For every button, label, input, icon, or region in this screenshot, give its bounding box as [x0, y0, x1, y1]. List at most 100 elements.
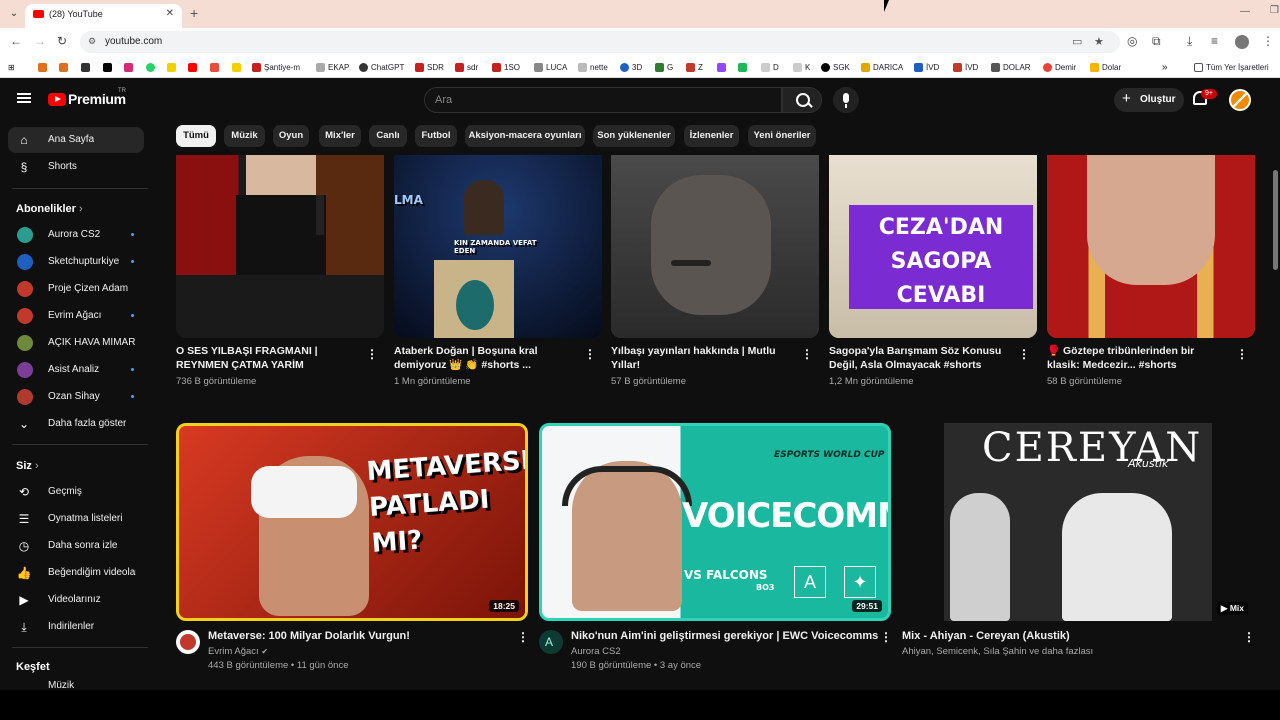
more-options-icon[interactable]: ⋮	[517, 630, 529, 644]
install-app-icon[interactable]: ▭	[1072, 35, 1082, 48]
short-title[interactable]: O SES YILBAŞI FRAGMANI | REYNMEN ÇATMA Y…	[176, 344, 356, 372]
bookmark-g[interactable]: G	[655, 61, 673, 73]
chip-music[interactable]: Müzik	[224, 125, 265, 147]
more-bookmarks-icon[interactable]: »	[1162, 61, 1168, 73]
twitch-icon[interactable]	[717, 61, 729, 73]
video-title[interactable]: Mix - Ahiyan - Cereyan (Akustik)	[902, 630, 1070, 642]
video-title[interactable]: Niko'nun Aim'ini geliştirmesi gerekiyor …	[571, 630, 878, 642]
short-title[interactable]: Ataberk Doğan | Boşuna kral demiyoruz 👑 …	[394, 344, 544, 372]
video-thumbnail[interactable]: CEREYAN Akustik ▶ Mix	[902, 423, 1254, 621]
subscriptions-heading[interactable]: Abonelikler ›	[16, 203, 83, 215]
short-title[interactable]: Yılbaşı yayınları hakkında | Mutlu Yılla…	[611, 344, 781, 372]
hamburger-menu-icon[interactable]	[17, 93, 31, 103]
sidebar-item-playlists[interactable]: ☰ Oynatma listeleri	[8, 506, 144, 532]
bookmark-sgk[interactable]: SGK	[821, 61, 850, 73]
sidebar-item-subscription[interactable]: Asist Analiz	[8, 357, 144, 383]
chip-football[interactable]: Futbol	[415, 125, 457, 147]
sidebar-item-music[interactable]: Müzik	[8, 678, 144, 690]
sidebar-item-subscription[interactable]: Aurora CS2	[8, 222, 144, 248]
forward-icon[interactable]: →	[34, 34, 46, 48]
short-title[interactable]: Sagopa'yla Barışmam Söz Konusu Değil, As…	[829, 344, 1009, 372]
more-options-icon[interactable]: ⋮	[1018, 347, 1030, 361]
voice-search-icon[interactable]	[833, 87, 859, 113]
bookmark-k-icon[interactable]	[738, 61, 750, 73]
profile-avatar-icon[interactable]	[1235, 35, 1249, 49]
sidebar-item-shorts[interactable]: § Shorts	[8, 154, 144, 180]
close-tab-icon[interactable]: ✕	[166, 8, 174, 19]
media-icon[interactable]: ≡	[1211, 34, 1218, 48]
bookmark-icon[interactable]	[167, 61, 179, 73]
whatsapp-icon[interactable]	[146, 61, 158, 73]
bookmark-z[interactable]: Z	[686, 61, 703, 73]
bookmark-dolar[interactable]: DOLAR	[991, 61, 1031, 73]
bookmark-icon[interactable]	[210, 61, 222, 73]
account-avatar[interactable]	[1229, 89, 1251, 111]
all-bookmarks-folder[interactable]: Tüm Yer İşaretleri	[1194, 61, 1269, 73]
video-thumbnail[interactable]: ESPORTS WORLD CUP VOICECOMMS VS FALCONS …	[539, 423, 891, 621]
bookmark-icon[interactable]	[81, 61, 93, 73]
bookmark-chatgpt[interactable]: ChatGPT	[359, 61, 404, 73]
scrollbar-thumb[interactable]	[1273, 170, 1278, 270]
create-button[interactable]: + Oluştur	[1114, 88, 1184, 112]
channel-name[interactable]: Aurora CS2	[571, 646, 621, 657]
tab-search-icon[interactable]: ⌄	[6, 6, 22, 22]
bookmark-1so[interactable]: 1SO	[492, 61, 520, 73]
reload-icon[interactable]: ↻	[57, 34, 67, 48]
more-options-icon[interactable]: ⋮	[1236, 347, 1248, 361]
browser-tab-youtube[interactable]: (28) YouTube ✕	[25, 4, 182, 28]
bookmark-sdr[interactable]: SDR	[415, 61, 444, 73]
sidebar-item-subscription[interactable]: Evrim Ağacı	[8, 303, 144, 329]
downloads-icon[interactable]: ⤓	[1187, 34, 1192, 49]
search-input[interactable]: Ara	[424, 87, 782, 113]
menu-icon[interactable]: ⋮	[1262, 34, 1274, 48]
short-thumbnail[interactable]	[176, 155, 384, 338]
extensions-icon[interactable]: ⧉	[1152, 34, 1161, 49]
bookmark-d[interactable]: D	[761, 61, 779, 73]
chip-new-to-you[interactable]: Yeni öneriler	[748, 125, 816, 147]
sidebar-item-history[interactable]: ⟲ Geçmiş	[8, 479, 144, 505]
apps-icon[interactable]: ⊞	[8, 61, 15, 73]
minimize-icon[interactable]: —	[1240, 6, 1250, 17]
bookmark-star-icon[interactable]: ★	[1094, 35, 1104, 48]
youtube-icon[interactable]	[188, 61, 200, 73]
short-thumbnail[interactable]: LMA KIN ZAMANDA VEFAT EDEN	[394, 155, 602, 338]
bookmark-demir[interactable]: Demir	[1043, 61, 1076, 73]
x-icon[interactable]	[103, 61, 115, 73]
restore-icon[interactable]: ❐	[1270, 5, 1279, 16]
sidebar-item-subscription[interactable]: Proje Çizen Adam	[8, 276, 144, 302]
search-button[interactable]	[782, 87, 822, 113]
chip-all[interactable]: Tümü	[176, 125, 216, 147]
channel-name[interactable]: Ahiyan, Semicenk, Sıla Şahin ve daha faz…	[902, 646, 1093, 657]
back-icon[interactable]: ←	[10, 34, 22, 48]
sidebar-item-liked-videos[interactable]: 👍 Beğendiğim videolar	[8, 560, 144, 586]
short-thumbnail[interactable]	[611, 155, 819, 338]
address-bar[interactable]: ⚙ youtube.com ▭ ★	[80, 31, 1120, 53]
bookmark-k[interactable]: K	[793, 61, 810, 73]
scrollbar[interactable]	[1270, 122, 1280, 720]
sidebar-item-home[interactable]: ⌂ Ana Sayfa	[8, 127, 144, 153]
bookmark-icon[interactable]	[232, 61, 244, 73]
video-title[interactable]: Metaverse: 100 Milyar Dolarlık Vurgun!	[208, 630, 410, 642]
bookmark-3d[interactable]: 3D	[620, 61, 642, 73]
bookmark-nette[interactable]: nette	[578, 61, 608, 73]
bookmark-ekap[interactable]: EKAP	[316, 61, 349, 73]
bookmark-ivd[interactable]: İVD	[914, 61, 939, 73]
channel-name[interactable]: Evrim Ağacı ✔	[208, 646, 268, 657]
site-info-icon[interactable]: ⚙	[88, 36, 100, 48]
new-tab-icon[interactable]: +	[190, 5, 198, 21]
bookmark-santiye[interactable]: Şantiye-m	[252, 61, 300, 73]
chip-recently-uploaded[interactable]: Son yüklenenler	[593, 125, 675, 147]
chip-live[interactable]: Canlı	[369, 125, 407, 147]
more-options-icon[interactable]: ⋮	[801, 347, 813, 361]
you-heading[interactable]: Siz ›	[16, 460, 39, 472]
bookmark-darica[interactable]: DARICA	[861, 61, 903, 73]
bookmark-icon[interactable]	[38, 61, 50, 73]
video-thumbnail[interactable]: METAVERSE PATLADI MI? 18:25	[176, 423, 528, 621]
sidebar-item-show-more[interactable]: ⌄ Daha fazla göster	[8, 411, 144, 437]
channel-avatar[interactable]	[176, 630, 200, 654]
sidebar-item-subscription[interactable]: Ozan Sihay	[8, 384, 144, 410]
chip-mixes[interactable]: Mix'ler	[319, 125, 361, 147]
youtube-logo-icon[interactable]	[48, 93, 66, 106]
more-options-icon[interactable]: ⋮	[584, 347, 596, 361]
chip-gaming[interactable]: Oyun	[273, 125, 309, 147]
